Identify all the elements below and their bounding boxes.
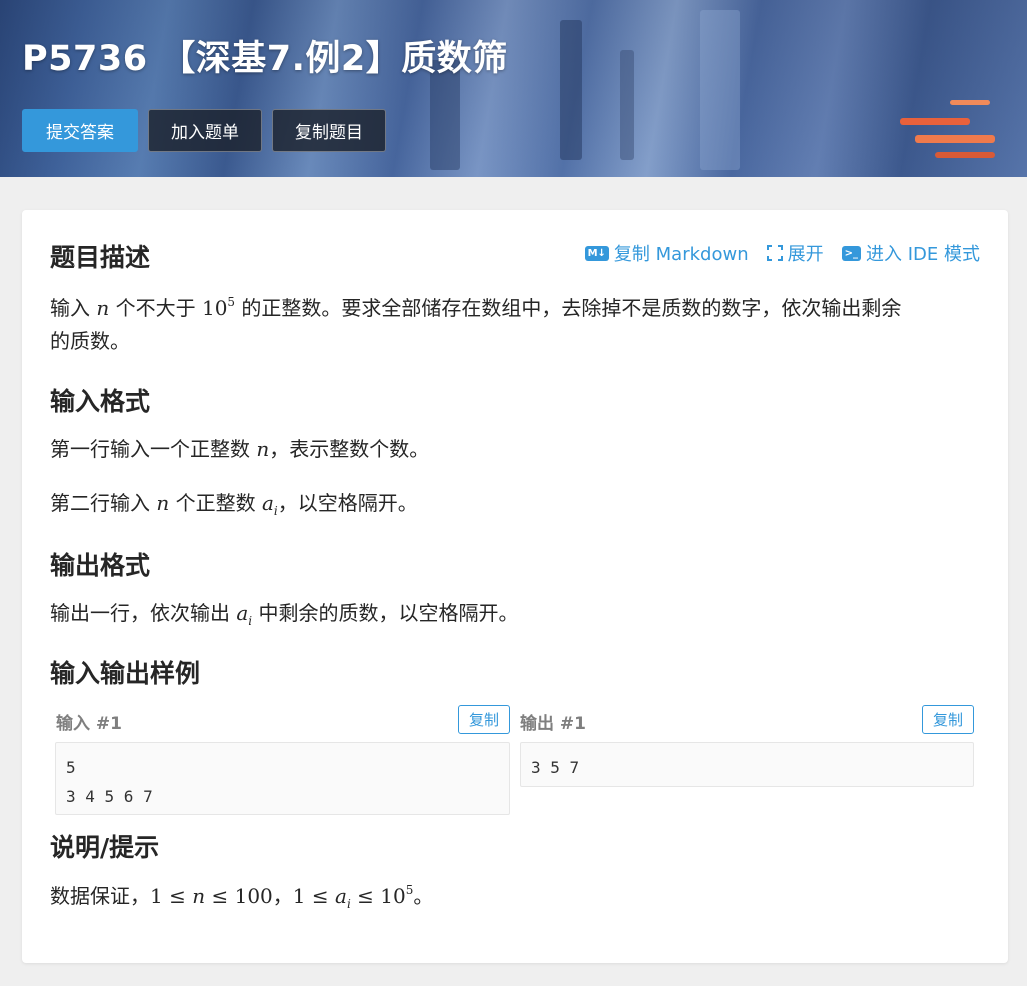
markdown-icon: M↓ bbox=[584, 245, 609, 261]
banner-decoration bbox=[915, 135, 995, 143]
description-text: 输入 n 个不大于 105 的正整数。要求全部储存在数组中，去除掉不是质数的数字… bbox=[50, 295, 902, 353]
section-heading-input-format: 输入格式 bbox=[50, 387, 151, 416]
submit-answer-button[interactable]: 提交答案 bbox=[22, 109, 138, 152]
sample-output-box[interactable]: 3 5 7 bbox=[520, 742, 974, 787]
sample-output-label: 输出 #1 bbox=[520, 714, 586, 734]
banner-decoration bbox=[900, 118, 970, 125]
banner-decoration bbox=[620, 50, 634, 160]
header-actions: 提交答案 加入题单 复制题目 bbox=[22, 109, 386, 152]
banner-decoration bbox=[560, 20, 582, 160]
copy-problem-button[interactable]: 复制题目 bbox=[272, 109, 386, 152]
expand-label: 展开 bbox=[787, 244, 824, 265]
header-banner: P5736 【深基7.例2】质数筛 提交答案 加入题单 复制题目 bbox=[0, 0, 1027, 177]
output-format-text: 输出一行，依次输出 ai 中剩余的质数，以空格隔开。 bbox=[50, 601, 519, 628]
banner-decoration bbox=[950, 100, 990, 105]
add-to-list-button[interactable]: 加入题单 bbox=[148, 109, 262, 152]
sample-input-label: 输入 #1 bbox=[56, 714, 122, 734]
copy-input-button[interactable]: 复制 bbox=[458, 705, 510, 734]
hint-text: 数据保证，1 ≤ n ≤ 100，1 ≤ ai ≤ 105。 bbox=[50, 883, 434, 911]
copy-markdown-link[interactable]: M↓ 复制 Markdown bbox=[584, 240, 749, 266]
section-heading-description: 题目描述 bbox=[50, 243, 151, 272]
sample-input-box[interactable]: 5 3 4 5 6 7 bbox=[55, 742, 510, 815]
input-format-line-1: 第一行输入一个正整数 n，表示整数个数。 bbox=[50, 437, 430, 461]
input-format-line-2: 第二行输入 n 个正整数 ai，以空格隔开。 bbox=[50, 491, 418, 518]
expand-icon bbox=[766, 245, 783, 261]
page-title: P5736 【深基7.例2】质数筛 bbox=[22, 39, 508, 79]
ide-mode-link[interactable]: >_ 进入 IDE 模式 bbox=[841, 240, 980, 266]
section-heading-samples: 输入输出样例 bbox=[50, 659, 201, 688]
problem-toolbar: M↓ 复制 Markdown 展开 >_ 进入 IDE 模式 bbox=[584, 240, 980, 266]
expand-link[interactable]: 展开 bbox=[766, 240, 824, 266]
problem-card: M↓ 复制 Markdown 展开 >_ 进入 IDE 模式 题目描述 输入 n… bbox=[22, 210, 1008, 963]
copy-output-button[interactable]: 复制 bbox=[922, 705, 974, 734]
section-heading-output-format: 输出格式 bbox=[50, 551, 151, 580]
section-heading-hint: 说明/提示 bbox=[50, 833, 160, 862]
copy-markdown-label: 复制 Markdown bbox=[613, 244, 749, 265]
terminal-icon: >_ bbox=[841, 245, 861, 261]
ide-mode-label: 进入 IDE 模式 bbox=[866, 244, 980, 265]
banner-decoration bbox=[700, 10, 740, 170]
banner-decoration bbox=[935, 152, 995, 158]
